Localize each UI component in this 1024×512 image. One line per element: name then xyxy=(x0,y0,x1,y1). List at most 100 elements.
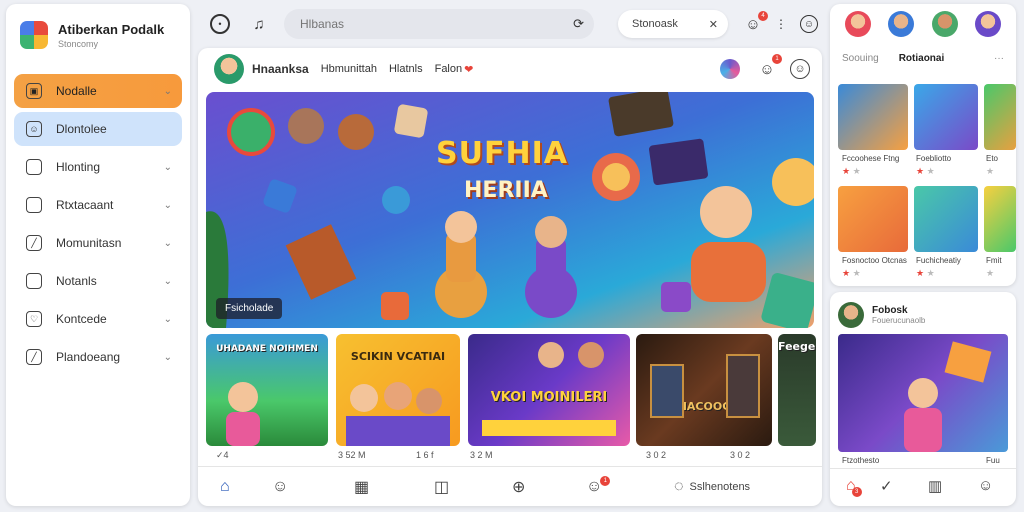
thumbnail-meta: 1 6 f xyxy=(416,450,434,460)
game-card[interactable] xyxy=(838,84,908,150)
clock-icon[interactable]: • xyxy=(210,14,230,34)
sidebar-item-nodalle[interactable]: ▣ Nodalle ⌄ xyxy=(14,74,182,108)
avatar[interactable] xyxy=(844,11,871,37)
close-icon[interactable]: ✕ xyxy=(709,18,718,31)
avatar[interactable] xyxy=(838,302,864,328)
profile-icon[interactable]: ☺ xyxy=(800,15,818,33)
account-pill[interactable]: Stonoask ✕ xyxy=(618,10,728,38)
message-icon[interactable]: ☺ 1 xyxy=(754,54,782,82)
thumbnail-card[interactable]: VKOI MOINILERI xyxy=(468,334,630,446)
app-icon[interactable] xyxy=(720,59,740,79)
sidebar-item-label: Hlonting xyxy=(56,160,101,174)
chat-icon[interactable]: ☺ 4 xyxy=(740,11,768,37)
sidebar-item-label: Kontcede xyxy=(56,312,107,326)
home-icon[interactable]: ⌂ xyxy=(220,478,230,496)
hero-caption[interactable]: Fsicholade xyxy=(216,298,283,319)
home-icon[interactable]: ⌂ 3 xyxy=(846,477,862,497)
brand: Atiberkan Podalk Stoncomy xyxy=(6,4,190,56)
bottom-nav: ⌂ ☺ ▦ ◫ ⊕ ☺ 1 ◌ Sslhenotens xyxy=(198,466,822,506)
avatar[interactable] xyxy=(888,11,915,37)
rating-stars: ★ ★ xyxy=(916,166,935,176)
music-icon[interactable]: ♫ xyxy=(246,11,272,37)
post-caption: Ftzothesto xyxy=(842,456,880,465)
edit-icon: ╱ xyxy=(26,349,42,365)
rating-stars: ★ xyxy=(986,268,995,278)
calendar-icon[interactable]: ▥ xyxy=(928,477,942,495)
thumbnail-title: SCIKIN VCATIAI xyxy=(350,350,446,363)
sidebar-item-label: Notanls xyxy=(56,274,97,288)
chart-icon[interactable]: ◫ xyxy=(434,477,449,497)
game-caption: Fosnoctoo Otcnas xyxy=(842,256,907,265)
calendar-icon xyxy=(26,159,42,175)
more-icon[interactable]: ··· xyxy=(994,53,1004,64)
profile-row: Hnaanksa Hbmunittah Hlatnls Falon ❤ ☺ 1 … xyxy=(198,48,822,90)
app-logo xyxy=(20,21,48,49)
game-caption: Fmit xyxy=(986,256,1002,265)
add-icon[interactable]: ⊕ xyxy=(512,477,525,497)
right-panel-top: Soouing Rotiaonai ··· Fccoohese Ftng Foe… xyxy=(830,4,1016,286)
chat-icon[interactable]: ☺ 1 xyxy=(586,475,611,496)
game-caption: Foebliotto xyxy=(916,154,952,163)
thumbnail-meta: 3 52 M xyxy=(338,450,366,460)
thumbnail-title: Feegel xyxy=(778,340,816,353)
avatar[interactable] xyxy=(214,54,244,84)
avatar[interactable] xyxy=(975,11,1002,37)
game-card[interactable] xyxy=(914,84,978,150)
sidebar: Atiberkan Podalk Stoncomy ▣ Nodalle ⌄ ☺ … xyxy=(6,4,190,506)
chevron-down-icon: ⌄ xyxy=(163,237,172,249)
post-image[interactable] xyxy=(838,334,1008,452)
user-icon[interactable]: ☺ xyxy=(978,477,993,494)
tab-rotiaonai[interactable]: Rotiaonai xyxy=(899,53,945,64)
thumbnail-card[interactable]: UHADANE NOIHMEN xyxy=(206,334,328,446)
hero-illustration xyxy=(206,92,814,328)
chevron-down-icon: ⌄ xyxy=(163,275,172,287)
avatar[interactable] xyxy=(931,11,958,37)
refresh-icon[interactable]: ⟳ xyxy=(573,16,584,32)
tag-icon xyxy=(26,273,42,289)
check-icon[interactable]: ✓ xyxy=(880,477,893,495)
grid-icon[interactable]: ▦ xyxy=(354,477,369,497)
heart-icon: ❤ xyxy=(464,63,474,76)
thumbnail-meta: ✓4 xyxy=(216,450,229,460)
sidebar-item-dlontolee[interactable]: ☺ Dlontolee xyxy=(14,112,182,146)
thumbnail-card[interactable]: Feegel xyxy=(778,334,816,446)
sidebar-item-rtxtacaant[interactable]: Rtxtacaant ⌄ xyxy=(14,188,182,222)
thumbnail-card[interactable]: SCIKIN VCATIAI xyxy=(336,334,460,446)
profile-link[interactable]: Falon xyxy=(435,63,463,75)
thumbnail-title: VKOI MOINILERI xyxy=(490,390,608,405)
sidebar-item-plandoeang[interactable]: ╱ Plandoeang ⌄ xyxy=(14,340,182,374)
thumbnail-card[interactable]: HACOOC xyxy=(636,334,772,446)
chevron-down-icon: ⌄ xyxy=(163,85,172,97)
game-card[interactable] xyxy=(984,186,1016,252)
right-bottom-nav: ⌂ 3 ✓ ▥ ☺ xyxy=(830,468,1016,506)
pencil-icon: ╱ xyxy=(26,235,42,251)
profile-link[interactable]: Hlatnls xyxy=(389,63,423,75)
sidebar-item-hlonting[interactable]: Hlonting ⌄ xyxy=(14,150,182,184)
messages-tab[interactable]: ◌ Sslhenotens xyxy=(674,478,750,496)
brand-title: Atiberkan Podalk xyxy=(58,21,165,37)
chevron-down-icon: ⌄ xyxy=(163,313,172,325)
sidebar-item-notanls[interactable]: Notanls ⌄ xyxy=(14,264,182,298)
game-card[interactable] xyxy=(984,84,1016,150)
chevron-down-icon: ⌄ xyxy=(163,161,172,173)
sidebar-item-momunitasn[interactable]: ╱ Momunitasn ⌄ xyxy=(14,226,182,260)
profile-name[interactable]: Hnaanksa xyxy=(252,62,309,76)
profile-link[interactable]: Hbmunittah xyxy=(321,63,377,75)
rating-stars: ★ ★ xyxy=(916,268,935,278)
notification-badge: 1 xyxy=(600,475,611,486)
user-icon[interactable]: ☺ xyxy=(790,59,810,79)
heart-icon: ♡ xyxy=(26,311,42,327)
sidebar-item-kontcede[interactable]: ♡ Kontcede ⌄ xyxy=(14,302,182,336)
search-bar[interactable]: ⟳ xyxy=(284,9,594,39)
user-icon[interactable]: ☺ xyxy=(272,478,288,496)
hero-banner[interactable]: SUFHIA HERIIA Fsicholade xyxy=(206,92,814,328)
top-bar: • ♫ ⟳ Stonoask ✕ ☺ 4 ⋮ ☺ xyxy=(198,4,822,44)
game-card[interactable] xyxy=(914,186,978,252)
thumbnail-meta: 3 0 2 xyxy=(730,450,751,460)
more-vertical-icon[interactable]: ⋮ xyxy=(768,11,794,37)
search-input[interactable] xyxy=(300,17,574,31)
smile-icon: ☺ xyxy=(26,121,42,137)
game-card[interactable] xyxy=(838,186,908,252)
post-author[interactable]: Fobosk xyxy=(872,305,925,316)
tab-soouing[interactable]: Soouing xyxy=(842,53,879,64)
